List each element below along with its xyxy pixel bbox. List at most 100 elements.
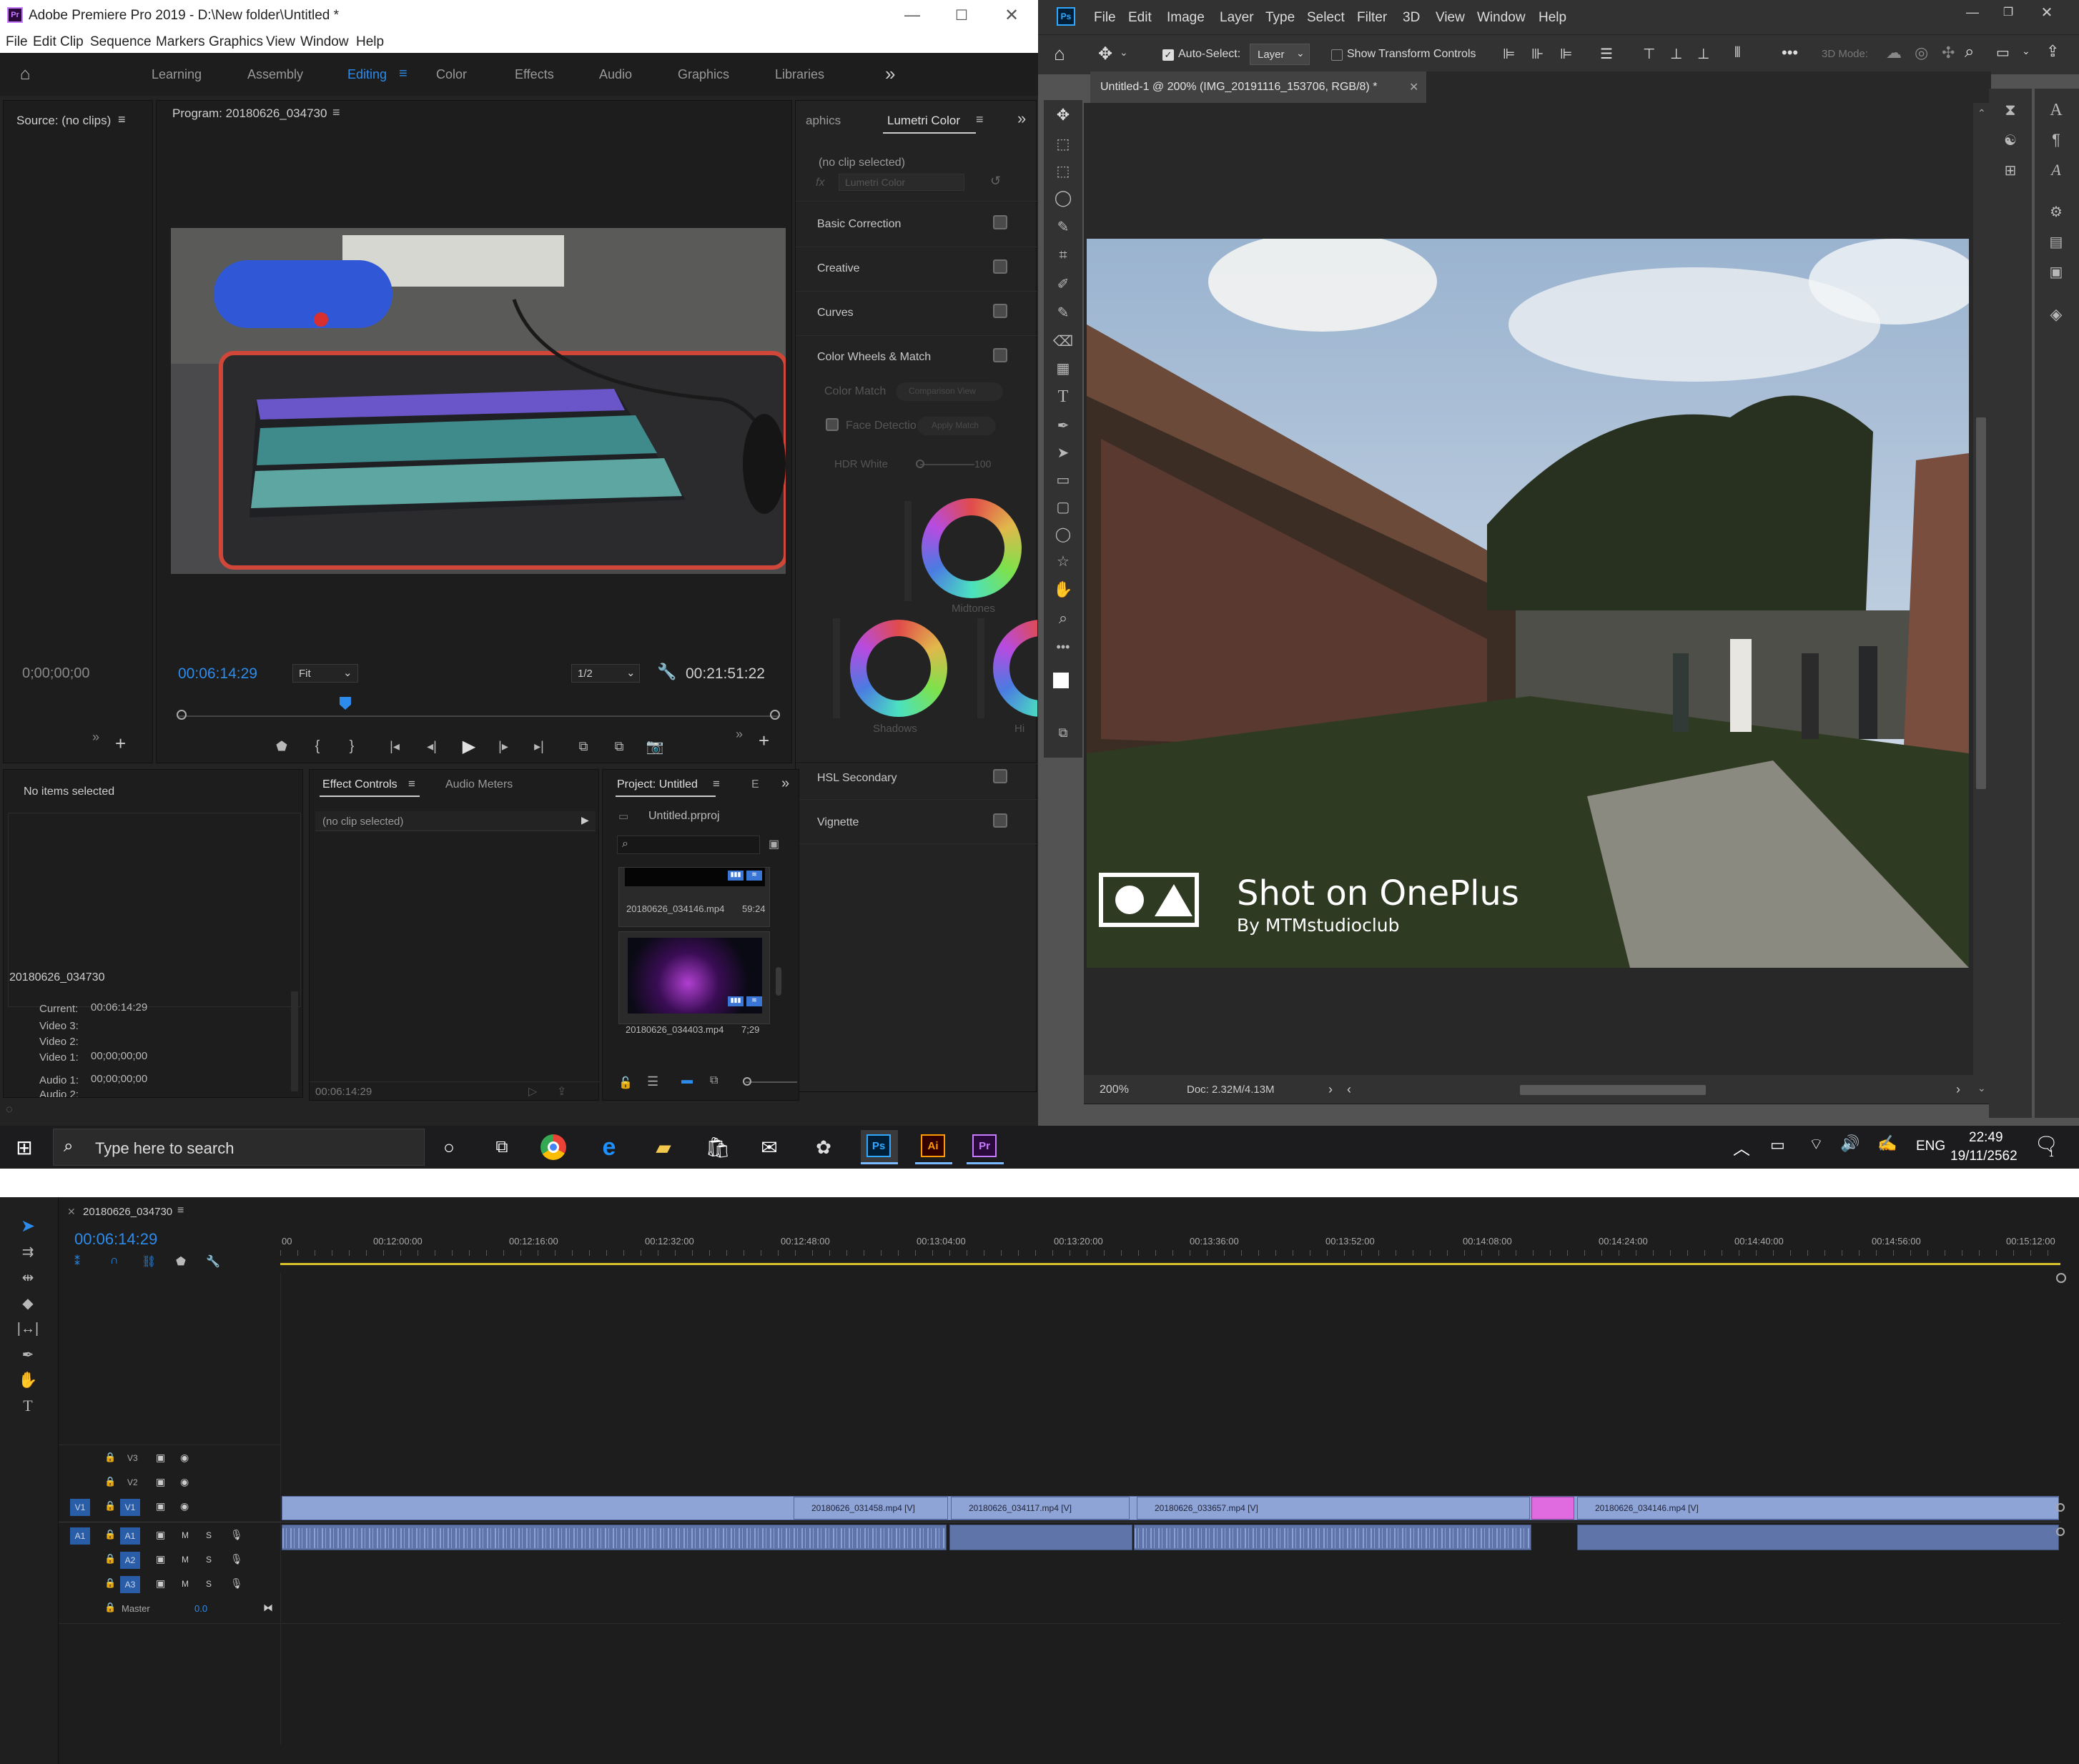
- pen-tool-icon[interactable]: ✒: [1051, 415, 1075, 436]
- mute-button[interactable]: M: [182, 1579, 189, 1589]
- minimize-icon[interactable]: —: [898, 4, 927, 26]
- source-more-icon[interactable]: »: [92, 730, 99, 745]
- curves-checkbox[interactable]: [993, 304, 1007, 318]
- project-search-input[interactable]: ⌕: [617, 836, 760, 854]
- zoom-slider[interactable]: [746, 1081, 797, 1083]
- menu-sequence[interactable]: Sequence: [90, 34, 152, 50]
- chrome-icon[interactable]: [540, 1134, 566, 1160]
- workspace-color[interactable]: Color: [436, 67, 467, 82]
- workspace-menu-icon[interactable]: ≡: [399, 66, 408, 82]
- hsl-secondary-checkbox[interactable]: [993, 769, 1007, 783]
- step-forward-icon[interactable]: |▸: [493, 735, 514, 757]
- expand-triangle-icon[interactable]: ▶: [581, 814, 589, 826]
- tab-lumetri-color[interactable]: Lumetri Color: [887, 114, 960, 128]
- zoom-tool-icon[interactable]: ⌕: [1051, 608, 1075, 629]
- freeform-view-icon[interactable]: ⧉: [710, 1074, 718, 1087]
- taskbar-search-box[interactable]: ⌕ Type here to search: [53, 1129, 425, 1166]
- hand-tool-icon[interactable]: ✋: [1051, 579, 1075, 600]
- hdr-white-slider[interactable]: [920, 464, 974, 465]
- lock-icon[interactable]: 🔒: [104, 1452, 116, 1463]
- source-menu-icon[interactable]: ≡: [118, 112, 126, 127]
- sync-lock-icon[interactable]: ▣: [156, 1452, 165, 1464]
- align-right-icon[interactable]: ⊫: [1560, 45, 1572, 63]
- lock-icon[interactable]: 🔒: [104, 1529, 116, 1540]
- icon-view-icon[interactable]: ▬: [681, 1074, 693, 1087]
- close-icon[interactable]: ✕: [997, 4, 1026, 26]
- rectangle-tool-icon[interactable]: ▭: [1051, 469, 1075, 490]
- document-tab[interactable]: Untitled-1 @ 200% (IMG_20191116_153706, …: [1090, 71, 1426, 103]
- mark-out-icon[interactable]: }: [341, 735, 362, 757]
- track-label-v3[interactable]: V3: [127, 1453, 138, 1463]
- tab-graphics[interactable]: aphics: [806, 114, 841, 128]
- layers-icon[interactable]: ◈: [2043, 303, 2069, 326]
- more-workspaces-icon[interactable]: »: [885, 63, 895, 85]
- program-add-button[interactable]: +: [759, 730, 769, 752]
- foreground-color-swatch[interactable]: [1052, 672, 1070, 689]
- solo-button[interactable]: S: [206, 1530, 212, 1540]
- ps-search-icon[interactable]: ⌕: [1965, 42, 1974, 62]
- align-bottom-icon[interactable]: ⊥: [1697, 45, 1709, 63]
- play-icon[interactable]: ▶: [457, 734, 481, 758]
- solo-button[interactable]: S: [206, 1579, 212, 1589]
- workspace-assembly[interactable]: Assembly: [247, 67, 303, 82]
- selection-tool-icon[interactable]: ➤: [16, 1216, 40, 1236]
- eye-icon[interactable]: ◉: [180, 1452, 189, 1464]
- file-explorer-icon[interactable]: ▰: [649, 1134, 678, 1160]
- section-hsl-secondary[interactable]: HSL Secondary: [817, 772, 897, 785]
- mute-button[interactable]: M: [182, 1530, 189, 1540]
- ps-menu-3d[interactable]: 3D: [1403, 10, 1420, 26]
- eyedropper-icon[interactable]: ✐: [1051, 273, 1075, 294]
- eye-icon[interactable]: ◉: [180, 1476, 189, 1488]
- artboard-tool-icon[interactable]: ⬚: [1051, 133, 1075, 154]
- time-ruler[interactable]: 00 00:12:00:00 00:12:16:00 00:12:32:00 0…: [280, 1234, 2060, 1266]
- sync-lock-icon[interactable]: ▣: [156, 1577, 165, 1590]
- pen-workspace-icon[interactable]: ✍: [1877, 1134, 1897, 1153]
- media-app-icon[interactable]: ✿: [809, 1134, 838, 1160]
- ps-menu-help[interactable]: Help: [1539, 10, 1566, 26]
- vignette-checkbox[interactable]: [993, 813, 1007, 828]
- chevron-down-icon[interactable]: ⌄: [1120, 46, 1128, 59]
- track-label-v2[interactable]: V2: [127, 1477, 138, 1487]
- taskbar-photoshop[interactable]: Ps: [861, 1130, 898, 1164]
- rounded-rect-icon[interactable]: ▢: [1051, 496, 1075, 517]
- lock-icon[interactable]: 🔒: [104, 1553, 116, 1565]
- ps-menu-view[interactable]: View: [1436, 10, 1465, 26]
- vertical-scrollbar[interactable]: ⌃ ⌄: [1973, 103, 1990, 1094]
- lumetri-effect-dropdown[interactable]: Lumetri Color: [839, 174, 964, 191]
- lift-icon[interactable]: ⧉: [571, 735, 596, 757]
- project-more-icon[interactable]: »: [781, 776, 789, 792]
- task-view-icon[interactable]: ⧉: [489, 1134, 515, 1160]
- track-label-v1[interactable]: V1: [120, 1499, 140, 1516]
- paragraph-icon[interactable]: ¶: [2043, 129, 2069, 152]
- menu-edit[interactable]: Edit: [33, 34, 56, 50]
- 3d-drag-icon[interactable]: ✣: [1942, 44, 1955, 62]
- move-tool-icon[interactable]: ✥: [1051, 104, 1075, 126]
- move-tool-icon[interactable]: ✥: [1094, 42, 1117, 65]
- info-scrollbar[interactable]: [291, 991, 298, 1091]
- add-marker-icon[interactable]: ⬟: [176, 1254, 186, 1269]
- work-area-bar[interactable]: [280, 1263, 2060, 1265]
- scroll-left-icon[interactable]: ‹: [1347, 1082, 1351, 1097]
- ps-menu-select[interactable]: Select: [1307, 10, 1345, 26]
- lock-icon[interactable]: 🔒: [104, 1476, 116, 1487]
- new-bin-icon[interactable]: ▣: [769, 837, 779, 851]
- workspace-effects[interactable]: Effects: [515, 67, 554, 82]
- lumetri-menu-icon[interactable]: ≡: [976, 112, 984, 127]
- add-marker-icon[interactable]: ⬟: [271, 735, 292, 757]
- more-options-icon[interactable]: •••: [1782, 44, 1798, 62]
- sync-lock-icon[interactable]: ▣: [156, 1529, 165, 1541]
- audio-clip[interactable]: [282, 1525, 947, 1550]
- track-select-icon[interactable]: ⇉: [16, 1242, 40, 1262]
- tab-effect-controls[interactable]: Effect Controls: [322, 778, 397, 791]
- playhead-marker[interactable]: [340, 697, 351, 710]
- lock-icon[interactable]: 🔒: [104, 1602, 116, 1613]
- windows-start-icon[interactable]: ⊞: [11, 1134, 37, 1160]
- edge-icon[interactable]: e: [595, 1133, 623, 1161]
- track-label-a2[interactable]: A2: [120, 1552, 140, 1569]
- video-clip[interactable]: 20180626_033657.mp4 [V]: [1137, 1497, 1530, 1520]
- go-to-out-icon[interactable]: ▸|: [528, 735, 550, 757]
- project-item-2[interactable]: ▮▮▮ ≋: [618, 931, 770, 1024]
- workspace-libraries[interactable]: Libraries: [775, 67, 824, 82]
- track-label-a3[interactable]: A3: [120, 1576, 140, 1593]
- more-panels-icon[interactable]: »: [1017, 109, 1026, 128]
